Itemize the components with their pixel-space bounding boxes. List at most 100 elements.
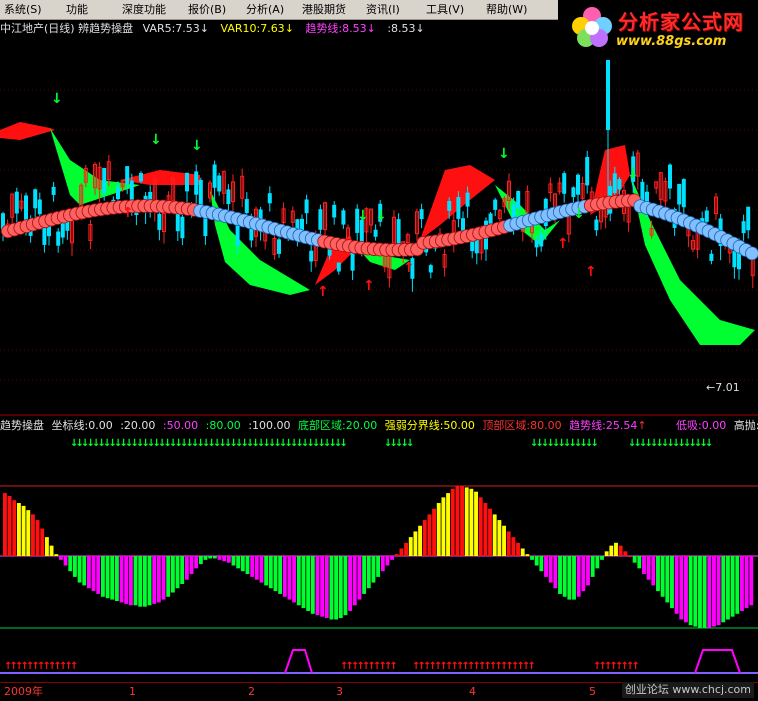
histogram-bar bbox=[717, 556, 721, 625]
histogram-bar bbox=[572, 556, 576, 600]
histogram-bar bbox=[166, 556, 170, 597]
histogram-bar bbox=[45, 537, 49, 556]
histogram-bar bbox=[199, 556, 203, 564]
histogram-bar bbox=[665, 556, 669, 602]
histogram-bar bbox=[544, 556, 548, 577]
histogram-bar bbox=[483, 503, 487, 556]
candle-body bbox=[186, 173, 189, 191]
histogram-bar bbox=[50, 546, 54, 556]
histogram-bar bbox=[362, 556, 366, 594]
histogram-bar bbox=[539, 556, 543, 571]
date-label-2: 2 bbox=[248, 684, 255, 700]
histogram-bar bbox=[8, 496, 12, 556]
candle-body bbox=[57, 232, 60, 245]
buy-signal-arrow: ↓ bbox=[375, 208, 387, 224]
histogram-bar bbox=[521, 548, 525, 556]
histogram-bar bbox=[64, 556, 68, 566]
coord-line-value: 坐标线:0.00 bbox=[52, 419, 113, 432]
histogram-bar bbox=[330, 556, 334, 619]
histogram-bar bbox=[656, 556, 660, 591]
buy-signal-arrow: ↓ bbox=[357, 208, 369, 224]
histogram-bar bbox=[152, 556, 156, 604]
bottom-zone-arrow: ↓ bbox=[705, 438, 713, 449]
histogram-bar bbox=[246, 556, 250, 574]
histogram-bar bbox=[619, 546, 623, 556]
histogram-bar bbox=[675, 556, 679, 614]
histogram-bar bbox=[82, 556, 86, 585]
buy-signal-arrow: ↓ bbox=[627, 166, 639, 182]
histogram-bar bbox=[591, 556, 595, 577]
histogram-bar bbox=[399, 548, 403, 556]
histogram-bar bbox=[586, 556, 590, 585]
histogram-bar bbox=[516, 543, 520, 556]
candle-body bbox=[213, 165, 216, 187]
candle-body bbox=[397, 220, 400, 243]
histogram-bar bbox=[628, 556, 632, 557]
candle-body bbox=[328, 249, 331, 255]
level-80-value: :80.00 bbox=[206, 419, 241, 432]
histogram-bar bbox=[288, 556, 292, 600]
trend-up-arrow: ↑ bbox=[637, 419, 646, 432]
histogram-bar bbox=[316, 556, 320, 615]
histogram-bar bbox=[418, 526, 422, 556]
sell-signal-arrow: ↑ bbox=[317, 284, 329, 300]
histogram-bar bbox=[605, 551, 609, 556]
main-legend-title: 中江地产(日线) 辨趋势操盘 bbox=[0, 22, 133, 35]
histogram-bar bbox=[157, 556, 161, 602]
candle-body bbox=[494, 200, 497, 209]
histogram-bar bbox=[460, 486, 464, 556]
histogram-bar bbox=[148, 556, 152, 605]
candle-body bbox=[310, 251, 313, 261]
histogram-bar bbox=[441, 497, 445, 556]
histogram-bar bbox=[218, 556, 222, 560]
var10-value: VAR10:7.63 bbox=[221, 22, 285, 35]
histogram-bar bbox=[609, 546, 613, 556]
low-buy-marker bbox=[285, 650, 312, 673]
histogram-bar bbox=[255, 556, 259, 580]
histogram-bar bbox=[176, 556, 180, 588]
histogram-bar bbox=[670, 556, 674, 608]
histogram-bar bbox=[320, 556, 324, 617]
candle-body bbox=[227, 190, 230, 204]
logo-title: 分析家公式网 bbox=[618, 6, 744, 35]
candle-body bbox=[742, 222, 745, 233]
histogram-bar bbox=[558, 556, 562, 594]
candle-body bbox=[34, 190, 37, 208]
histogram-bar bbox=[124, 556, 128, 604]
histogram-bar bbox=[437, 503, 441, 556]
candle-body bbox=[705, 211, 708, 221]
candle-body bbox=[52, 187, 55, 194]
var10-down-arrow: ↓ bbox=[285, 22, 294, 35]
histogram-bar bbox=[703, 556, 707, 628]
candle-body bbox=[563, 174, 566, 194]
histogram-bar bbox=[726, 556, 730, 619]
histogram-bar bbox=[647, 556, 651, 580]
histogram-bar bbox=[311, 556, 315, 614]
histogram-bar bbox=[479, 497, 483, 556]
histogram-bar bbox=[138, 556, 142, 607]
bottom-zone-value: 底部区域:20.00 bbox=[298, 419, 377, 432]
histogram-bar bbox=[455, 486, 459, 556]
var5-down-arrow: ↓ bbox=[200, 22, 209, 35]
histogram-bar bbox=[465, 487, 469, 556]
top-zone-arrow: ↑ bbox=[70, 661, 78, 672]
histogram-bar bbox=[22, 506, 26, 556]
histogram-bar bbox=[469, 489, 473, 556]
histogram-bar bbox=[353, 556, 357, 605]
histogram-bar bbox=[563, 556, 567, 597]
histogram-bar bbox=[358, 556, 362, 600]
candle-body bbox=[140, 174, 143, 182]
histogram-bar bbox=[185, 556, 189, 580]
candle-body bbox=[613, 174, 616, 193]
histogram-bar bbox=[525, 554, 529, 556]
histogram-bar bbox=[54, 554, 58, 556]
candle-body bbox=[218, 176, 221, 191]
histogram-bar bbox=[749, 556, 753, 605]
sub-legend-title: 趋势操盘 bbox=[0, 419, 44, 432]
histogram-bar bbox=[348, 556, 352, 611]
histogram-bar bbox=[497, 520, 501, 556]
low-buy-value: 低吸:0.00 bbox=[676, 419, 726, 432]
sell-signal-arrow: ↑ bbox=[122, 205, 134, 221]
histogram-bar bbox=[684, 556, 688, 622]
histogram-bar bbox=[623, 551, 627, 556]
